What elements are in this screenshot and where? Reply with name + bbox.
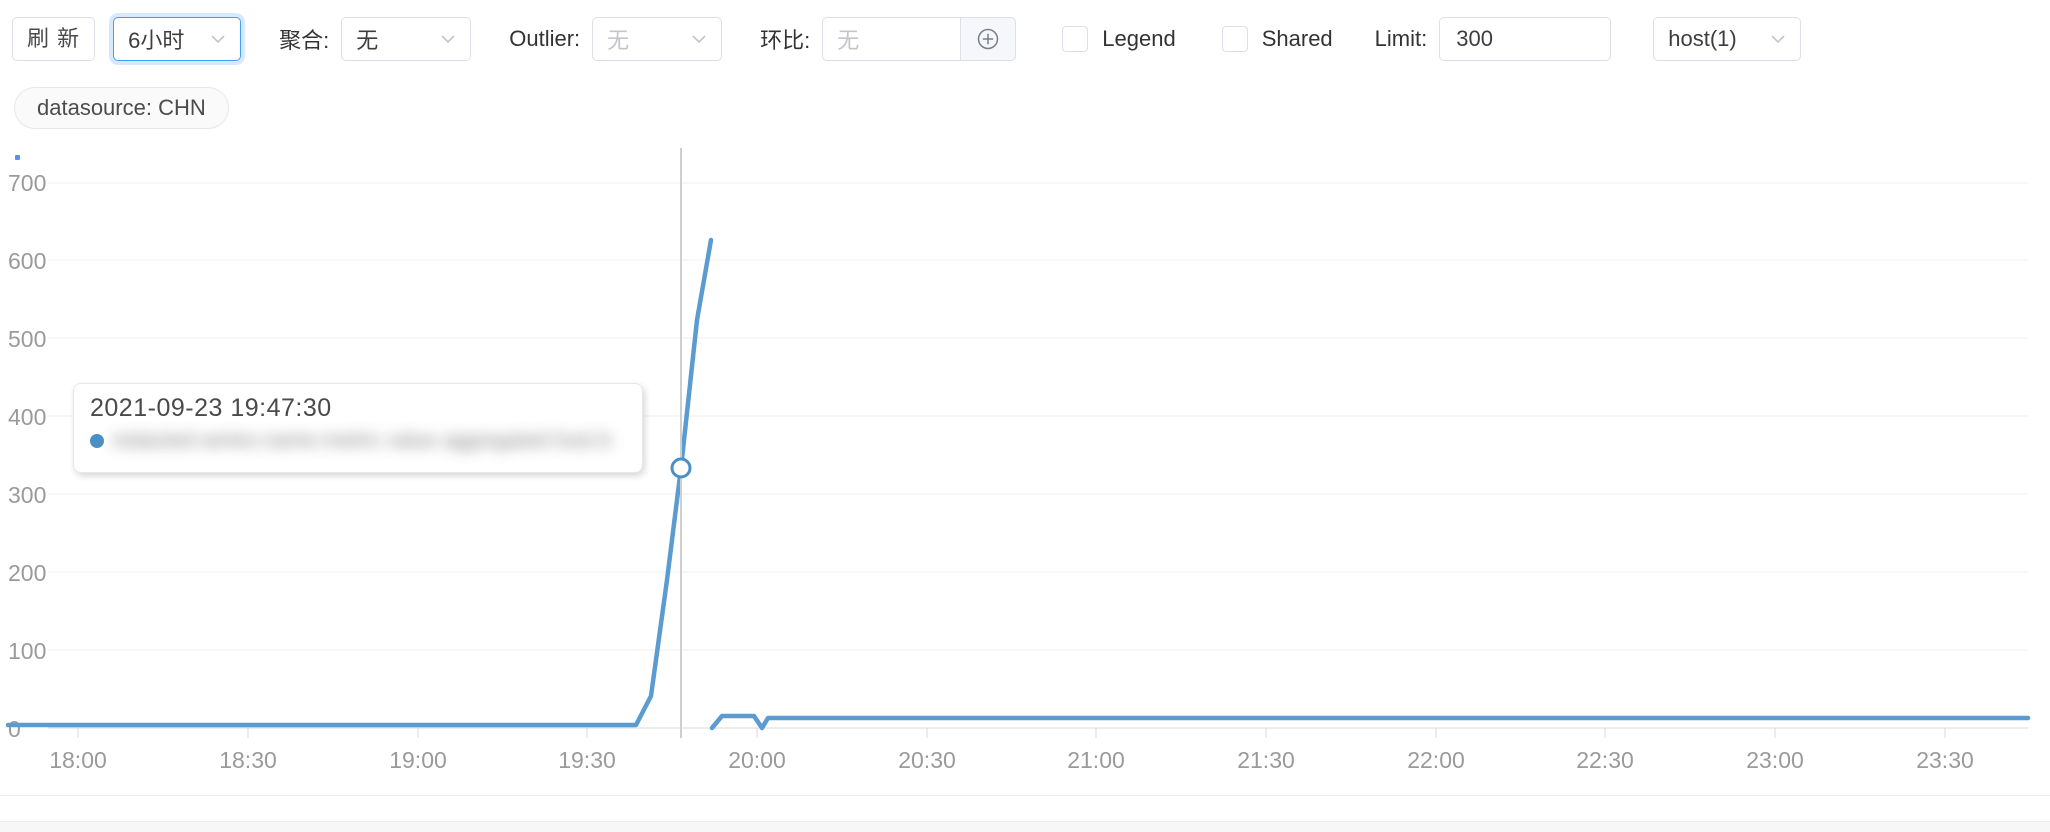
aggregation-select[interactable]: 无 — [341, 17, 472, 61]
ring-ratio-input[interactable]: 无 — [822, 17, 961, 61]
chart-tooltip: 2021-09-23 19:47:30 redacted-series-name… — [73, 383, 643, 473]
host-select[interactable]: host(1) — [1653, 17, 1802, 61]
limit-label: Limit: — [1374, 26, 1428, 51]
chart-series-line-2 — [709, 713, 2031, 731]
svg-text:400: 400 — [8, 404, 46, 430]
tooltip-timestamp: 2021-09-23 19:47:30 — [90, 394, 332, 422]
ring-ratio-group: 无 — [822, 17, 1017, 61]
svg-text:100: 100 — [8, 638, 46, 664]
plus-circle-icon[interactable] — [960, 17, 1017, 61]
chart-x-tick-labels: 18:00 18:30 19:00 19:30 20:00 20:30 21:0… — [49, 747, 1974, 773]
checkbox-box — [1221, 26, 1248, 52]
shared-checkbox[interactable]: Shared — [1221, 26, 1333, 52]
svg-text:22:30: 22:30 — [1576, 747, 1634, 773]
time-range-select[interactable]: 6小时 — [113, 17, 242, 61]
chart-toolbar: 刷 新 6小时 聚合: 无 Outlier: 无 环比: 无 Legend Sh… — [0, 0, 2050, 78]
chart-x-tick-marks — [77, 728, 1946, 738]
chevron-down-icon — [420, 29, 458, 49]
ring-ratio-label: 环比: — [760, 28, 811, 53]
chevron-down-icon — [1750, 29, 1788, 49]
filter-tag-row: datasource: CHN — [14, 86, 229, 130]
svg-text:20:30: 20:30 — [898, 747, 956, 773]
svg-text:19:00: 19:00 — [389, 747, 447, 773]
svg-text:500: 500 — [8, 326, 46, 352]
svg-text:700: 700 — [8, 170, 46, 196]
svg-text:23:30: 23:30 — [1916, 747, 1974, 773]
svg-text:21:00: 21:00 — [1067, 747, 1125, 773]
outlier-label: Outlier: — [509, 26, 581, 51]
tooltip-series-color-dot — [90, 434, 104, 448]
svg-text:22:00: 22:00 — [1407, 747, 1465, 773]
tooltip-series-row: redacted-series-name-metric value aggreg… — [90, 429, 626, 453]
host-select-value: host(1) — [1668, 26, 1737, 51]
svg-text:18:00: 18:00 — [49, 747, 107, 773]
svg-text:18:30: 18:30 — [219, 747, 277, 773]
svg-text:200: 200 — [8, 560, 46, 586]
aggregation-value: 无 — [356, 28, 379, 53]
svg-text:23:00: 23:00 — [1746, 747, 1804, 773]
outlier-value: 无 — [607, 28, 630, 53]
chart-series-line-1 — [5, 237, 714, 728]
svg-text:20:00: 20:00 — [728, 747, 786, 773]
page-bottom-strip — [0, 821, 2050, 832]
svg-text:21:30: 21:30 — [1237, 747, 1295, 773]
limit-input[interactable]: 300 — [1439, 17, 1612, 61]
aggregation-label: 聚合: — [279, 28, 330, 53]
chevron-down-icon — [190, 29, 228, 49]
refresh-button[interactable]: 刷 新 — [12, 17, 96, 61]
legend-checkbox[interactable]: Legend — [1062, 26, 1176, 52]
svg-text:0: 0 — [8, 716, 21, 742]
legend-checkbox-label: Legend — [1102, 26, 1176, 51]
datasource-tag[interactable]: datasource: CHN — [14, 87, 229, 129]
content-divider — [0, 795, 2050, 796]
tooltip-series-text: redacted-series-name-metric value aggreg… — [112, 429, 612, 452]
time-range-value: 6小时 — [128, 28, 185, 53]
chevron-down-icon — [671, 29, 709, 49]
svg-text:19:30: 19:30 — [558, 747, 616, 773]
svg-text:600: 600 — [8, 248, 46, 274]
svg-text:300: 300 — [8, 482, 46, 508]
checkbox-box — [1062, 26, 1089, 52]
chart-y-tick-labels: 700 600 500 400 300 200 100 0 — [8, 170, 46, 742]
shared-checkbox-label: Shared — [1261, 26, 1333, 51]
outlier-select[interactable]: 无 — [592, 17, 723, 61]
chart-hover-point — [670, 457, 692, 479]
